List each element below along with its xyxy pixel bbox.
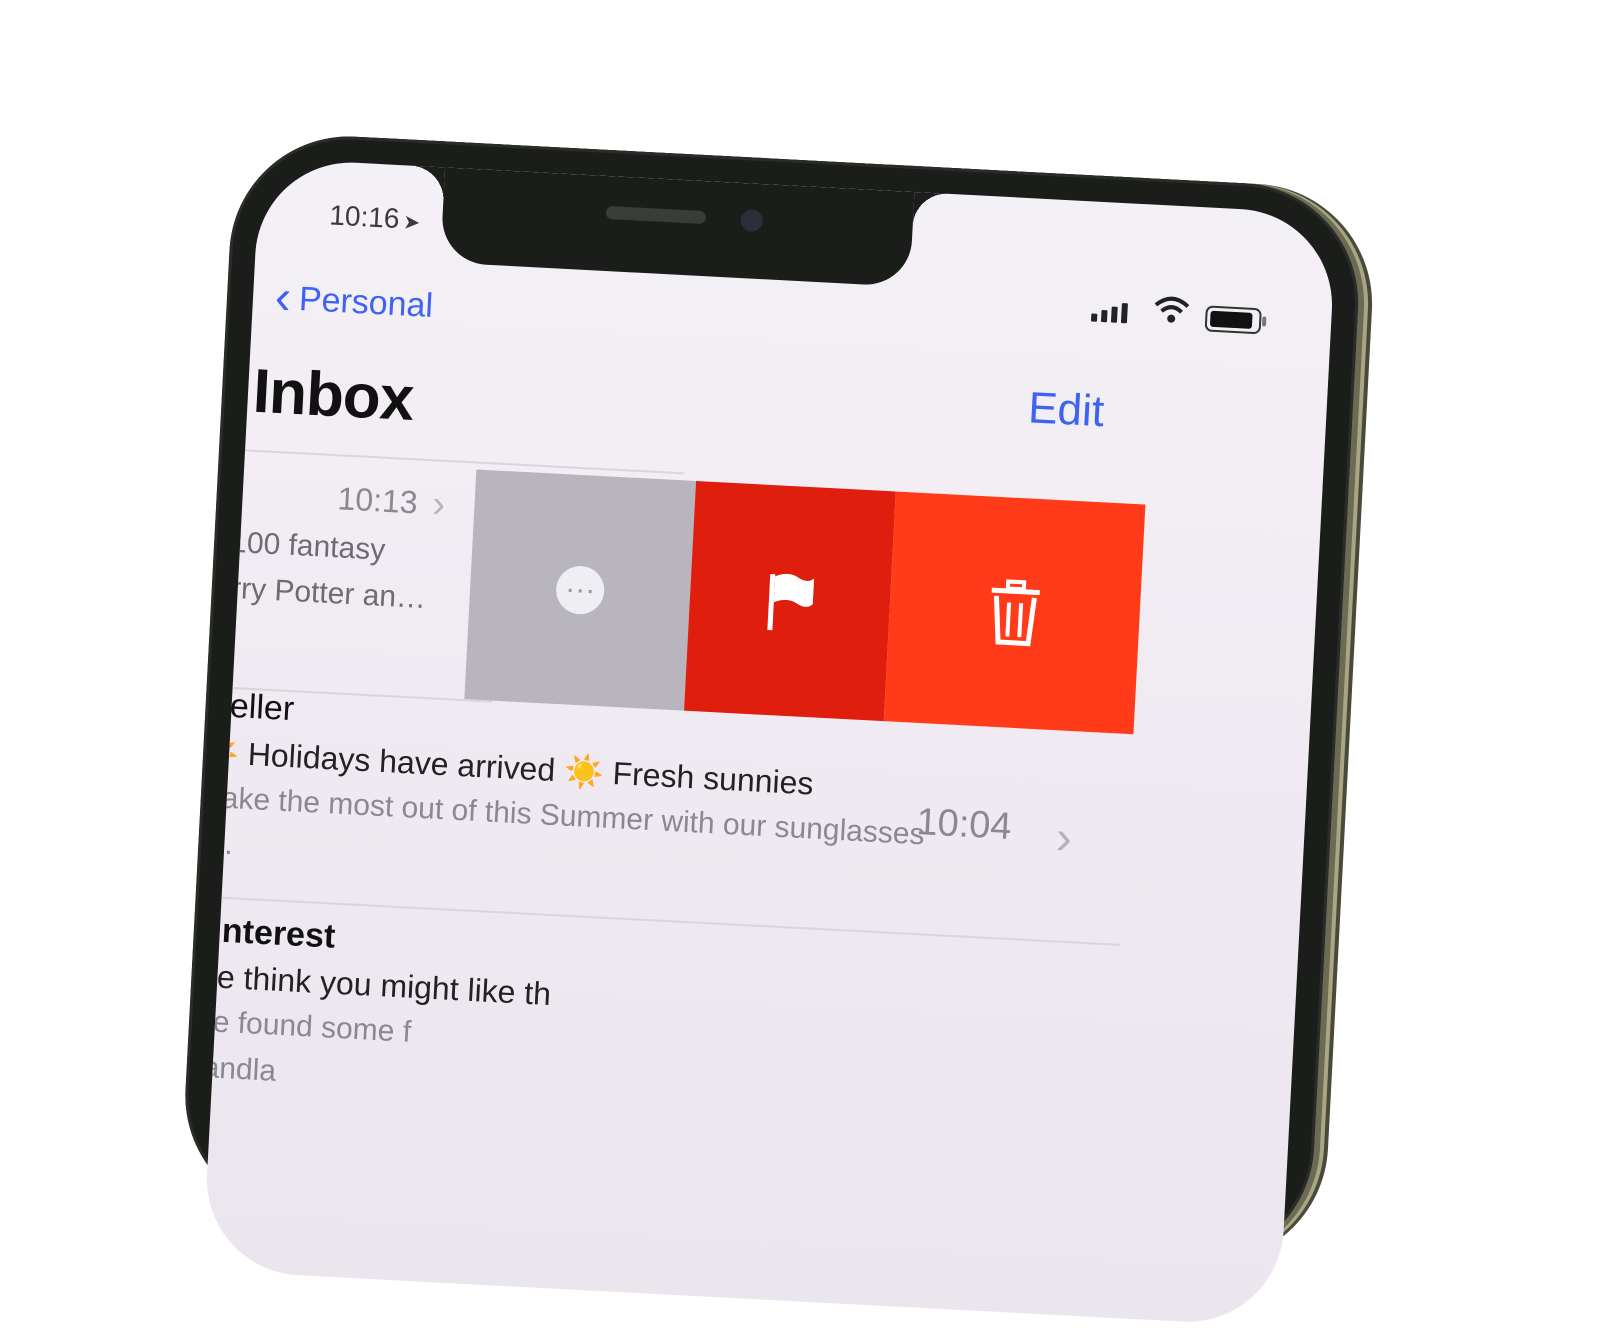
wifi-icon [1152, 293, 1190, 334]
more-action-button[interactable]: ··· [464, 469, 697, 711]
list-item[interactable]: Pinterest We think you might like th We … [202, 910, 1090, 1132]
status-time: 10:16 ➤ [329, 199, 421, 236]
chevron-right-icon: › [1054, 811, 1074, 866]
flag-action-button[interactable] [684, 481, 896, 722]
status-time-text: 10:16 [328, 199, 401, 235]
chevron-right-icon: › [431, 483, 447, 526]
trash-icon [991, 579, 1040, 647]
mail-time: 10:04 [915, 801, 1013, 848]
speaker-grille [605, 205, 707, 225]
phone-device: 10:16➤ ‹ Personal Edit Inbox 2020 the to… [179, 130, 1365, 1327]
mail-screen: 10:16➤ ‹ Personal Edit Inbox 2020 the to… [202, 157, 1337, 1327]
edit-button[interactable]: Edit [1027, 383, 1105, 437]
flag-icon [767, 573, 815, 631]
ellipsis-icon: ··· [554, 564, 606, 616]
cellular-signal-icon [1090, 301, 1128, 324]
header-divider [202, 446, 685, 475]
battery-icon [1204, 305, 1267, 335]
trash-action-button[interactable] [883, 491, 1146, 735]
chevron-left-icon: ‹ [273, 270, 293, 325]
back-label: Personal [298, 279, 435, 325]
front-camera [740, 208, 764, 233]
location-arrow-icon: ➤ [402, 211, 421, 235]
page-title: Inbox [251, 356, 416, 435]
mail-time: 10:13 [336, 480, 419, 521]
back-button[interactable]: ‹ Personal [273, 270, 435, 330]
